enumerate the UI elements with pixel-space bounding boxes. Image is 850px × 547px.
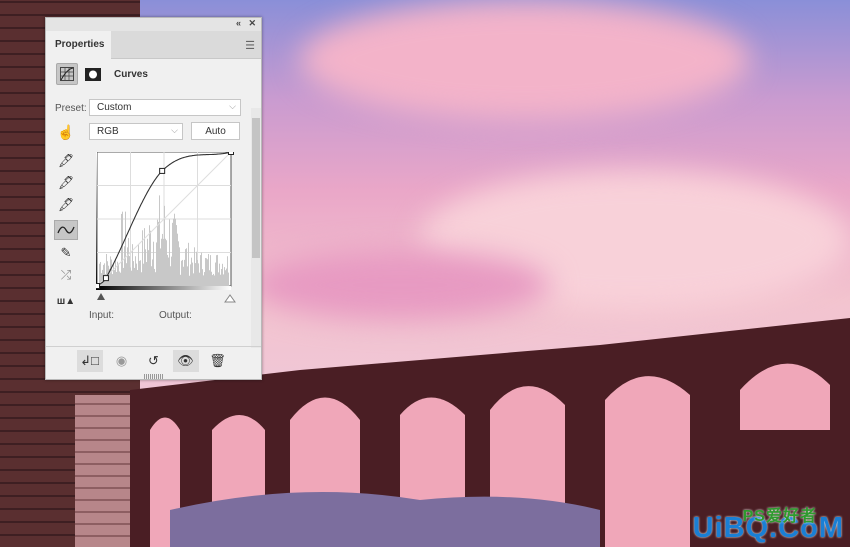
- preset-dropdown[interactable]: Custom ⌵: [89, 99, 241, 116]
- panel-menu-icon[interactable]: ☰: [245, 39, 255, 52]
- properties-panel: « ✕ Properties ☰ Curves Preset: Custom ⌵ …: [45, 17, 262, 380]
- reset-icon[interactable]: ↺: [141, 350, 167, 372]
- white-point-slider[interactable]: [224, 294, 236, 303]
- layer-mask-icon[interactable]: [82, 63, 104, 85]
- sample-black-point-icon[interactable]: 🖋: [54, 151, 78, 171]
- curves-graph[interactable]: [96, 152, 236, 317]
- panel-title-bar[interactable]: « ✕: [46, 18, 261, 31]
- on-image-adjust-icon[interactable]: ☝: [54, 122, 78, 142]
- preset-label: Preset:: [55, 103, 87, 114]
- curve-control-point[interactable]: [159, 167, 166, 174]
- close-icon[interactable]: ✕: [248, 18, 256, 29]
- adjustment-curves-icon[interactable]: [56, 63, 78, 85]
- smooth-icon[interactable]: ⤮: [54, 265, 78, 285]
- auto-button[interactable]: Auto: [191, 122, 240, 140]
- sample-white-point-icon[interactable]: 🖋: [54, 195, 78, 215]
- collapse-icon[interactable]: «: [236, 18, 241, 28]
- input-label: Input:: [89, 310, 115, 321]
- chevron-down-icon: ⌵: [229, 101, 236, 111]
- sample-gray-point-icon[interactable]: 🖋: [54, 173, 78, 193]
- clipping-warning-icon[interactable]: ш▲: [54, 291, 78, 311]
- black-point-slider[interactable]: [97, 293, 105, 300]
- curve-edit-points-icon[interactable]: [54, 220, 78, 240]
- clip-to-layer-icon[interactable]: ↲□: [76, 350, 103, 372]
- resize-grip[interactable]: [144, 374, 164, 379]
- adjustment-title: Curves: [114, 68, 148, 80]
- scrollbar-thumb[interactable]: [252, 118, 260, 258]
- view-previous-state-icon[interactable]: ◉: [109, 350, 135, 372]
- curve-control-point[interactable]: [96, 283, 100, 289]
- curve-control-point[interactable]: [102, 275, 109, 282]
- tab-properties[interactable]: Properties: [46, 31, 111, 59]
- watermark: PS爱好者 UiBQ.CoM: [692, 508, 844, 544]
- trash-icon[interactable]: 🗑: [205, 350, 231, 372]
- curve-control-point[interactable]: [228, 152, 234, 155]
- output-label: Output:: [159, 310, 192, 321]
- channel-dropdown[interactable]: RGB ⌵: [89, 123, 183, 140]
- visibility-eye-icon[interactable]: 👁: [172, 350, 199, 372]
- chevron-down-icon: ⌵: [171, 125, 178, 135]
- pencil-icon[interactable]: ✎: [54, 243, 78, 263]
- scrollbar[interactable]: [251, 108, 261, 348]
